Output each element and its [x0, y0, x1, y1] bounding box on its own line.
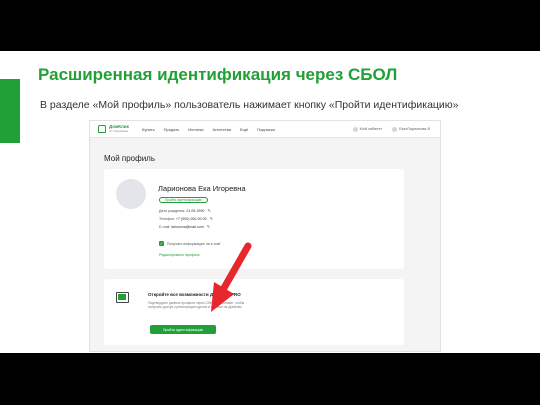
slide: Расширенная идентификация через СБОЛ В р… — [0, 51, 540, 353]
red-arrow-icon — [211, 242, 252, 312]
